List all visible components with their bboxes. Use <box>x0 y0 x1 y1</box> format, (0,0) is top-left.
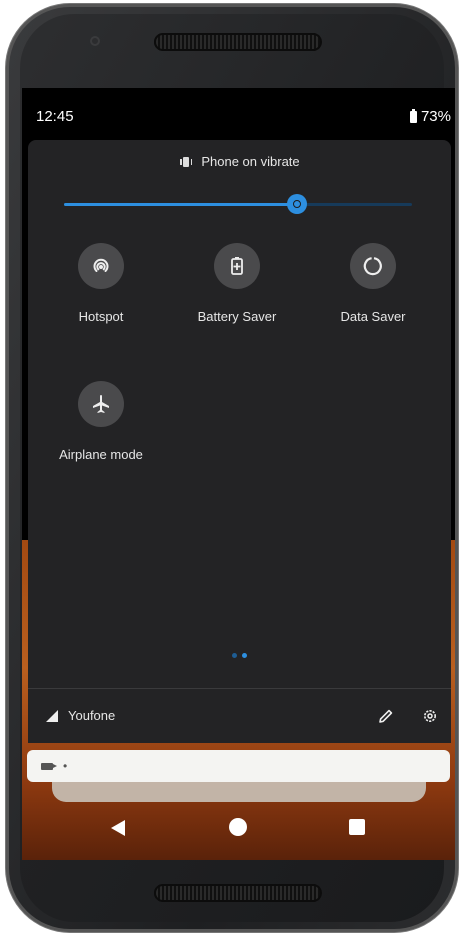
top-speaker <box>154 33 322 51</box>
recents-icon[interactable] <box>349 819 365 835</box>
vibrate-icon <box>179 156 193 168</box>
notification-card[interactable]: • <box>27 750 450 782</box>
tile-data-saver[interactable]: Data Saver <box>318 243 428 324</box>
battery-percent: 73% <box>420 108 451 125</box>
brightness-thumb[interactable] <box>288 195 306 213</box>
tile-battery-saver[interactable]: Battery Saver <box>182 243 292 324</box>
page-dot[interactable] <box>232 653 237 658</box>
front-camera <box>90 36 100 46</box>
tile-airplane-mode[interactable]: Airplane mode <box>46 381 156 462</box>
bottom-speaker <box>154 884 322 902</box>
brightness-sun-icon <box>289 196 306 212</box>
tile-label: Data Saver <box>340 309 406 324</box>
signal-icon <box>46 709 58 722</box>
carrier-info: Youfone <box>46 708 115 723</box>
status-bar: 12:45 73% <box>22 88 455 138</box>
brightness-fill <box>64 203 298 206</box>
back-icon[interactable] <box>111 820 125 836</box>
navigation-bar <box>22 813 455 858</box>
data-saver-icon <box>350 243 396 289</box>
carrier-name: Youfone <box>68 708 116 723</box>
hotspot-icon <box>78 243 124 289</box>
tile-label: Airplane mode <box>59 447 143 462</box>
edit-icon[interactable] <box>377 707 395 725</box>
page-dot-active[interactable] <box>242 653 247 658</box>
tile-hotspot[interactable]: Hotspot <box>46 243 156 324</box>
brightness-slider[interactable] <box>64 195 412 213</box>
quick-settings-panel: Phone on vibrate Hotspot Battery Saver D… <box>28 140 451 743</box>
battery-saver-icon <box>214 243 260 289</box>
ringer-label: Phone on vibrate <box>201 154 300 169</box>
page-indicator <box>28 653 451 658</box>
quick-settings-footer: Youfone <box>28 688 451 744</box>
status-time: 12:45 <box>36 108 74 125</box>
battery-icon <box>409 108 417 123</box>
search-bar-peek <box>52 782 426 802</box>
airplane-icon <box>78 381 124 427</box>
video-camera-icon <box>41 762 57 770</box>
status-right: 73% <box>409 108 451 125</box>
tile-label: Battery Saver <box>197 309 277 324</box>
home-icon[interactable] <box>229 818 247 836</box>
ringer-mode[interactable]: Phone on vibrate <box>28 154 451 169</box>
screen: 12:45 73% Phone on vibrate Hotspot Batte… <box>22 88 455 860</box>
settings-gear-icon[interactable] <box>421 707 439 725</box>
notification-text: • <box>63 759 68 773</box>
tile-label: Hotspot <box>78 309 124 324</box>
